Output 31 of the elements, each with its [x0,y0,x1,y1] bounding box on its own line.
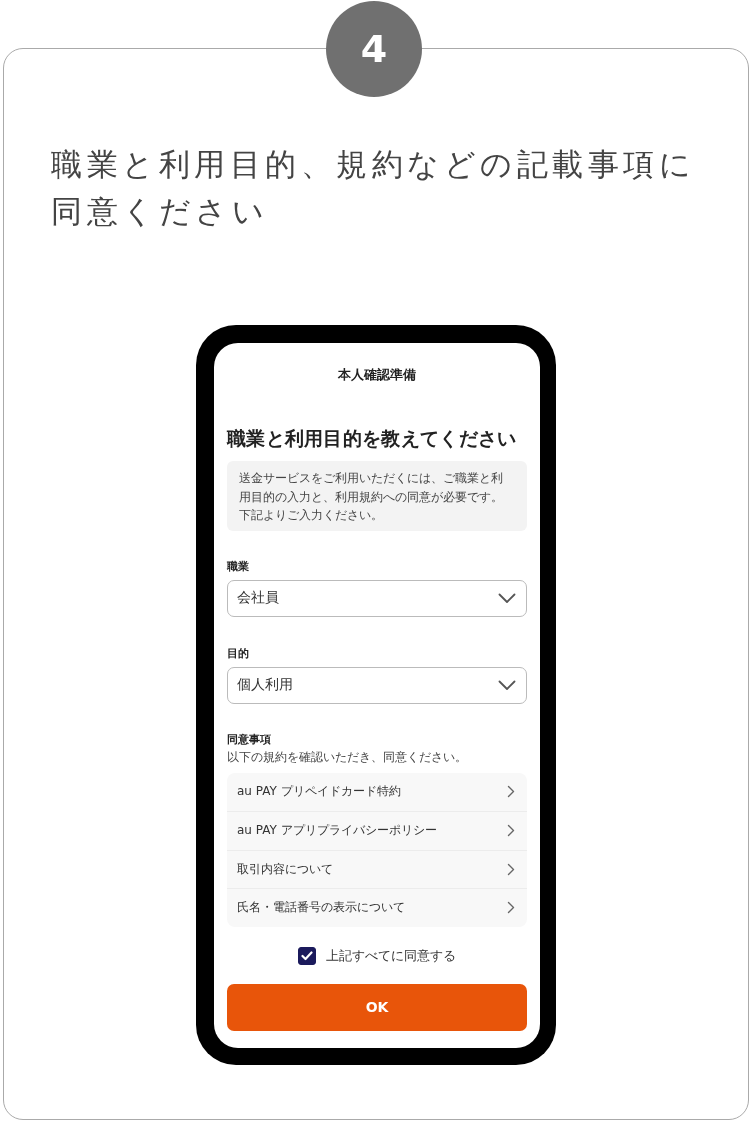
consent-description: 以下の規約を確認いただき、同意ください。 [227,749,468,765]
step-number: 4 [326,1,422,97]
chevron-right-icon [507,901,515,915]
chevron-down-icon [498,679,516,691]
chevron-down-icon [498,592,516,604]
chevron-right-icon [507,862,515,876]
screen-title: 本人確認準備 [337,366,417,384]
field-label: 職業 [227,558,250,575]
screen-heading: 職業と利用目的を教えてください [227,426,518,451]
consent-label: 同意事項 [227,731,272,748]
dropdown-field[interactable]: 会社員 [227,579,527,617]
dropdown-value: 会社員 [237,589,279,607]
terms-item[interactable]: 取引内容について [227,849,527,888]
dropdown-value: 個人利用 [237,676,293,694]
checkbox[interactable] [298,946,316,965]
checkmark-icon [301,950,313,961]
terms-item[interactable]: au PAY アプリプライバシーポリシー [227,811,527,850]
terms-item[interactable]: 氏名・電話番号の表示について [227,888,527,927]
agree-label: 上記すべてに同意する [326,946,456,965]
chevron-right-icon [507,785,515,799]
ok-button[interactable]: OK [227,983,527,1031]
instruction-text: 職業と利用目的、規約などの記載事項に同意ください [51,145,696,231]
terms-item-label: 取引内容について [237,860,333,878]
chevron-right-icon [507,824,515,838]
terms-item-label: au PAY アプリプライバシーポリシー [237,822,437,840]
field-label: 目的 [227,645,250,662]
terms-item-label: au PAY プリペイドカード特約 [237,783,401,801]
terms-item-label: 氏名・電話番号の表示について [237,899,405,917]
notice-text: 送金サービスをご利用いただくには、ご職業と利用目的の入力と、利用規約への同意が必要です。下記よりご入力ください。 [227,461,527,531]
dropdown-field[interactable]: 個人利用 [227,666,527,704]
terms-item[interactable]: au PAY プリペイドカード特約 [227,772,527,811]
